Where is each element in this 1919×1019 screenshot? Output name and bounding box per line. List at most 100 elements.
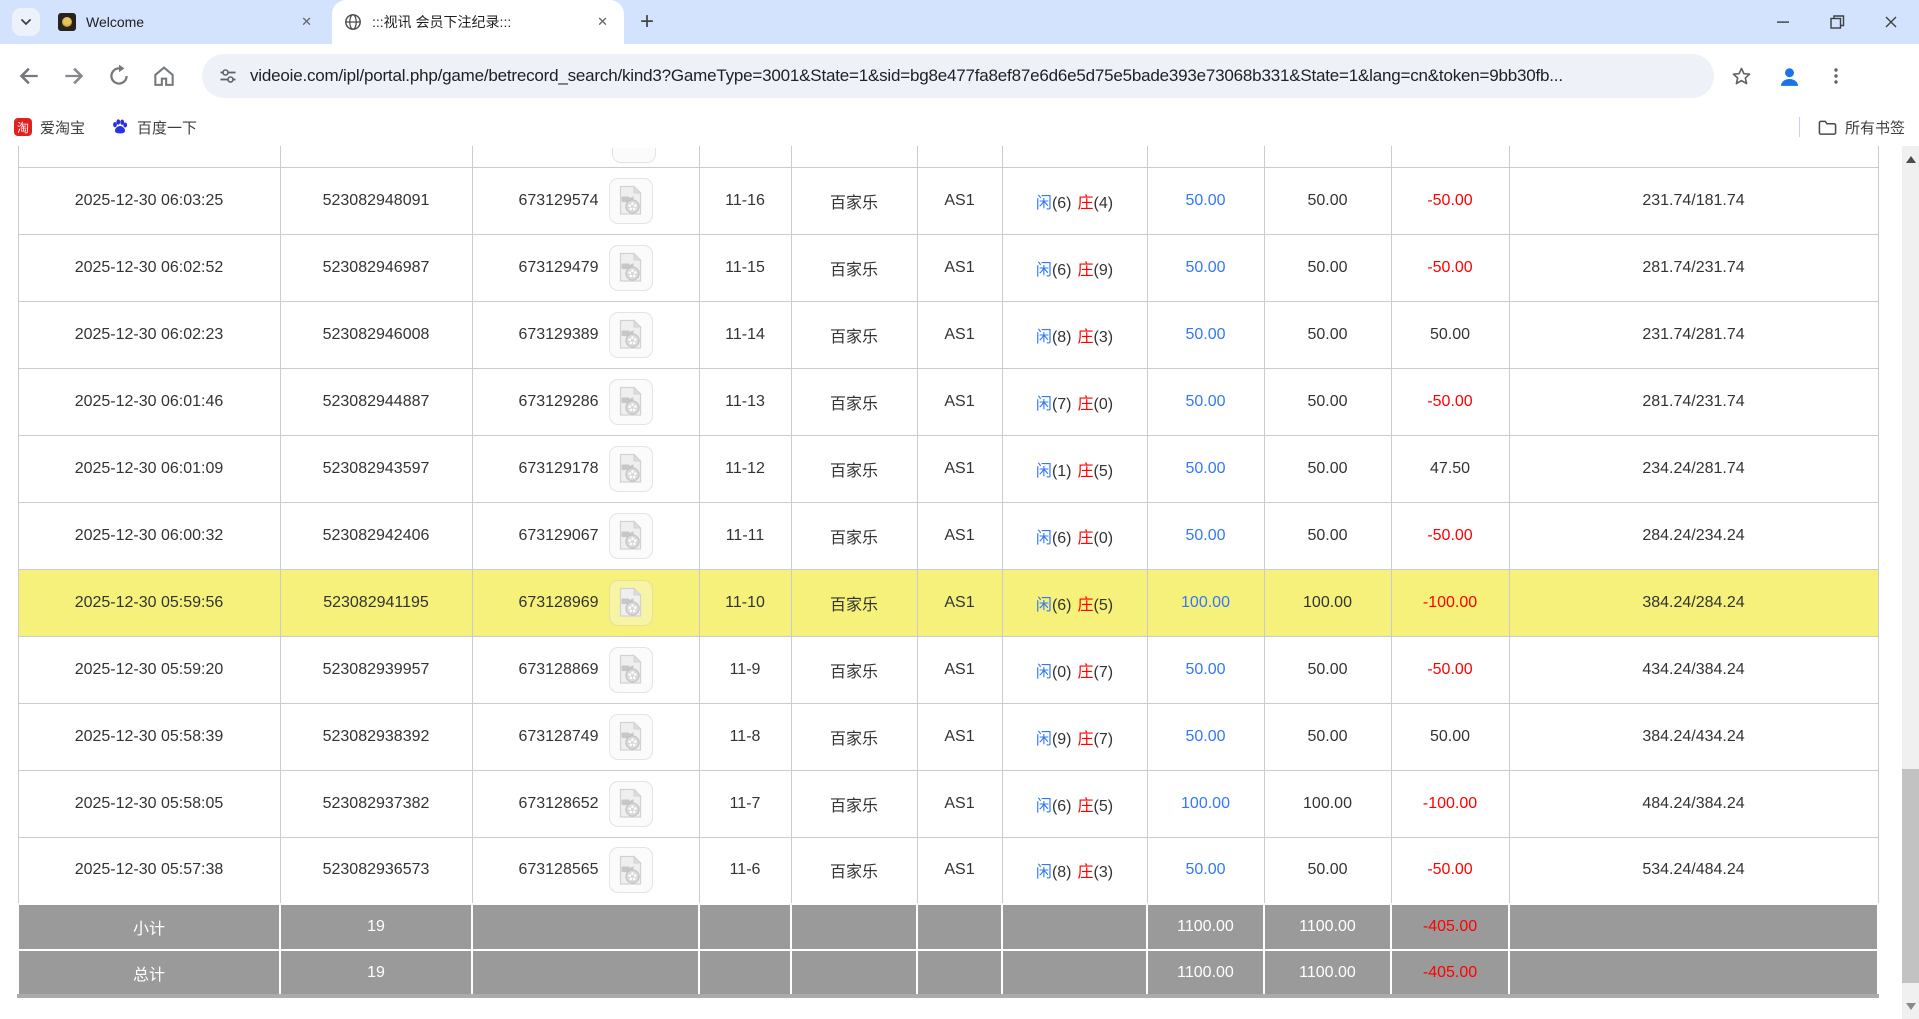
video-file-glyph bbox=[617, 721, 644, 752]
player-result: 闲 bbox=[1036, 597, 1052, 614]
video-icon[interactable] bbox=[609, 312, 653, 358]
window-controls bbox=[1775, 14, 1919, 30]
cell-valid-amount: 50.00 bbox=[1264, 234, 1391, 301]
all-bookmarks-button[interactable]: 所有书签 bbox=[1818, 117, 1905, 138]
bookmark-baidu[interactable]: 百度一下 bbox=[111, 117, 197, 138]
cell-winloss: -50.00 bbox=[1391, 502, 1509, 569]
cell-result: 闲(8)庄(3) bbox=[1002, 301, 1147, 368]
cell-bet bbox=[1147, 146, 1264, 167]
video-file-glyph bbox=[617, 520, 644, 551]
profile-avatar[interactable] bbox=[1777, 64, 1802, 89]
video-icon[interactable] bbox=[609, 513, 653, 559]
video-icon[interactable] bbox=[609, 446, 653, 492]
cell-order-no: 523082944887 bbox=[280, 368, 472, 435]
game-number: 673128749 bbox=[518, 728, 598, 746]
cell-game-type: 百家乐 bbox=[791, 301, 917, 368]
video-icon[interactable] bbox=[609, 379, 653, 425]
scroll-down-arrow-icon[interactable] bbox=[1902, 998, 1919, 1015]
cell-round: 11-16 bbox=[699, 167, 791, 234]
cell-table: AS1 bbox=[917, 234, 1002, 301]
cell-round: 11-6 bbox=[699, 837, 791, 904]
video-icon[interactable] bbox=[612, 148, 656, 163]
scrollbar-thumb[interactable] bbox=[1902, 769, 1919, 983]
home-icon[interactable] bbox=[151, 63, 177, 89]
cell-result: 闲(6)庄(5) bbox=[1002, 770, 1147, 837]
close-window-icon[interactable] bbox=[1883, 14, 1899, 30]
folder-icon bbox=[1818, 119, 1837, 136]
video-icon[interactable] bbox=[609, 847, 653, 893]
player-result: 闲 bbox=[1036, 396, 1052, 413]
cell-bet-amount: 50.00 bbox=[1147, 435, 1264, 502]
vertical-scrollbar[interactable] bbox=[1902, 146, 1919, 1019]
cell-bet-amount: 50.00 bbox=[1147, 636, 1264, 703]
cell-table: AS1 bbox=[917, 770, 1002, 837]
cell-bet-amount: 50.00 bbox=[1147, 167, 1264, 234]
banker-result: 庄 bbox=[1078, 262, 1094, 279]
bookmarks-right: 所有书签 bbox=[1799, 117, 1905, 138]
summary-row: 小计 19 1100.00 1100.00 -405.00 bbox=[18, 904, 1878, 950]
banker-points: (3) bbox=[1094, 864, 1114, 881]
bet-record-table: 2025-12-30 06:03:25 523082948091 6731295… bbox=[17, 146, 1879, 998]
chevron-down-icon bbox=[19, 15, 33, 29]
minimize-icon[interactable] bbox=[1775, 14, 1791, 30]
video-icon[interactable] bbox=[609, 245, 653, 291]
summary-empty-cell bbox=[472, 950, 699, 996]
tab-search-button[interactable] bbox=[12, 8, 40, 36]
cell-round: 11-8 bbox=[699, 703, 791, 770]
cell-game-no bbox=[472, 146, 699, 167]
summary-count: 19 bbox=[280, 950, 472, 996]
game-number: 673128869 bbox=[518, 661, 598, 679]
url-text[interactable]: videoie.com/ipl/portal.php/game/betrecor… bbox=[250, 66, 1563, 86]
video-icon[interactable] bbox=[609, 580, 653, 626]
cell-valid-amount: 50.00 bbox=[1264, 167, 1391, 234]
cell-balance: 284.24/234.24 bbox=[1509, 502, 1878, 569]
divider bbox=[1799, 117, 1800, 137]
summary-valid-total: 1100.00 bbox=[1264, 904, 1391, 950]
cell-round: 11-15 bbox=[699, 234, 791, 301]
cell-round: 11-7 bbox=[699, 770, 791, 837]
restore-icon[interactable] bbox=[1829, 14, 1845, 30]
player-result: 闲 bbox=[1036, 731, 1052, 748]
bookmark-star-icon[interactable] bbox=[1730, 65, 1753, 88]
player-points: (6) bbox=[1052, 530, 1072, 547]
cell-game-no: 673128869 bbox=[472, 636, 699, 703]
banker-result: 庄 bbox=[1078, 530, 1094, 547]
titlebar: Welcome ✕ :::视讯 会员下注纪录::: ✕ + bbox=[0, 0, 1919, 44]
summary-empty-cell bbox=[1002, 904, 1147, 950]
video-icon[interactable] bbox=[609, 647, 653, 693]
banker-result: 庄 bbox=[1078, 798, 1094, 815]
partial-row-body bbox=[18, 146, 1878, 167]
video-icon[interactable] bbox=[609, 178, 653, 224]
scroll-up-arrow-icon[interactable] bbox=[1902, 152, 1919, 169]
cell-valid-amount: 100.00 bbox=[1264, 569, 1391, 636]
player-points: (6) bbox=[1052, 597, 1072, 614]
menu-dots-icon[interactable] bbox=[1826, 66, 1846, 86]
reload-icon[interactable] bbox=[106, 63, 132, 89]
site-info-icon[interactable] bbox=[218, 66, 238, 86]
forward-icon[interactable] bbox=[61, 63, 87, 89]
cell-time: 2025-12-30 05:57:38 bbox=[18, 837, 280, 904]
tab-welcome[interactable]: Welcome ✕ bbox=[46, 0, 328, 44]
cell-valid-amount: 50.00 bbox=[1264, 703, 1391, 770]
video-icon[interactable] bbox=[609, 781, 653, 827]
cell-game-type: 百家乐 bbox=[791, 703, 917, 770]
cell-balance: 434.24/384.24 bbox=[1509, 636, 1878, 703]
back-icon[interactable] bbox=[16, 63, 42, 89]
banker-result: 庄 bbox=[1078, 396, 1094, 413]
table-row: 2025-12-30 06:00:32 523082942406 6731290… bbox=[18, 502, 1878, 569]
player-points: (9) bbox=[1052, 731, 1072, 748]
cell-balance: 484.24/384.24 bbox=[1509, 770, 1878, 837]
close-tab-icon[interactable]: ✕ bbox=[593, 12, 612, 32]
new-tab-button[interactable]: + bbox=[640, 10, 654, 34]
address-bar[interactable]: videoie.com/ipl/portal.php/game/betrecor… bbox=[202, 54, 1714, 98]
video-icon[interactable] bbox=[609, 714, 653, 760]
player-result: 闲 bbox=[1036, 329, 1052, 346]
banker-points: (4) bbox=[1094, 195, 1114, 212]
cell-order-no: 523082936573 bbox=[280, 837, 472, 904]
summary-label: 小计 bbox=[18, 904, 280, 950]
close-tab-icon[interactable]: ✕ bbox=[297, 12, 316, 32]
bookmark-taobao[interactable]: 淘 爱淘宝 bbox=[14, 117, 85, 138]
cell-winloss: 47.50 bbox=[1391, 435, 1509, 502]
cell-table: AS1 bbox=[917, 167, 1002, 234]
tab-betrecord[interactable]: :::视讯 会员下注纪录::: ✕ bbox=[332, 0, 624, 44]
